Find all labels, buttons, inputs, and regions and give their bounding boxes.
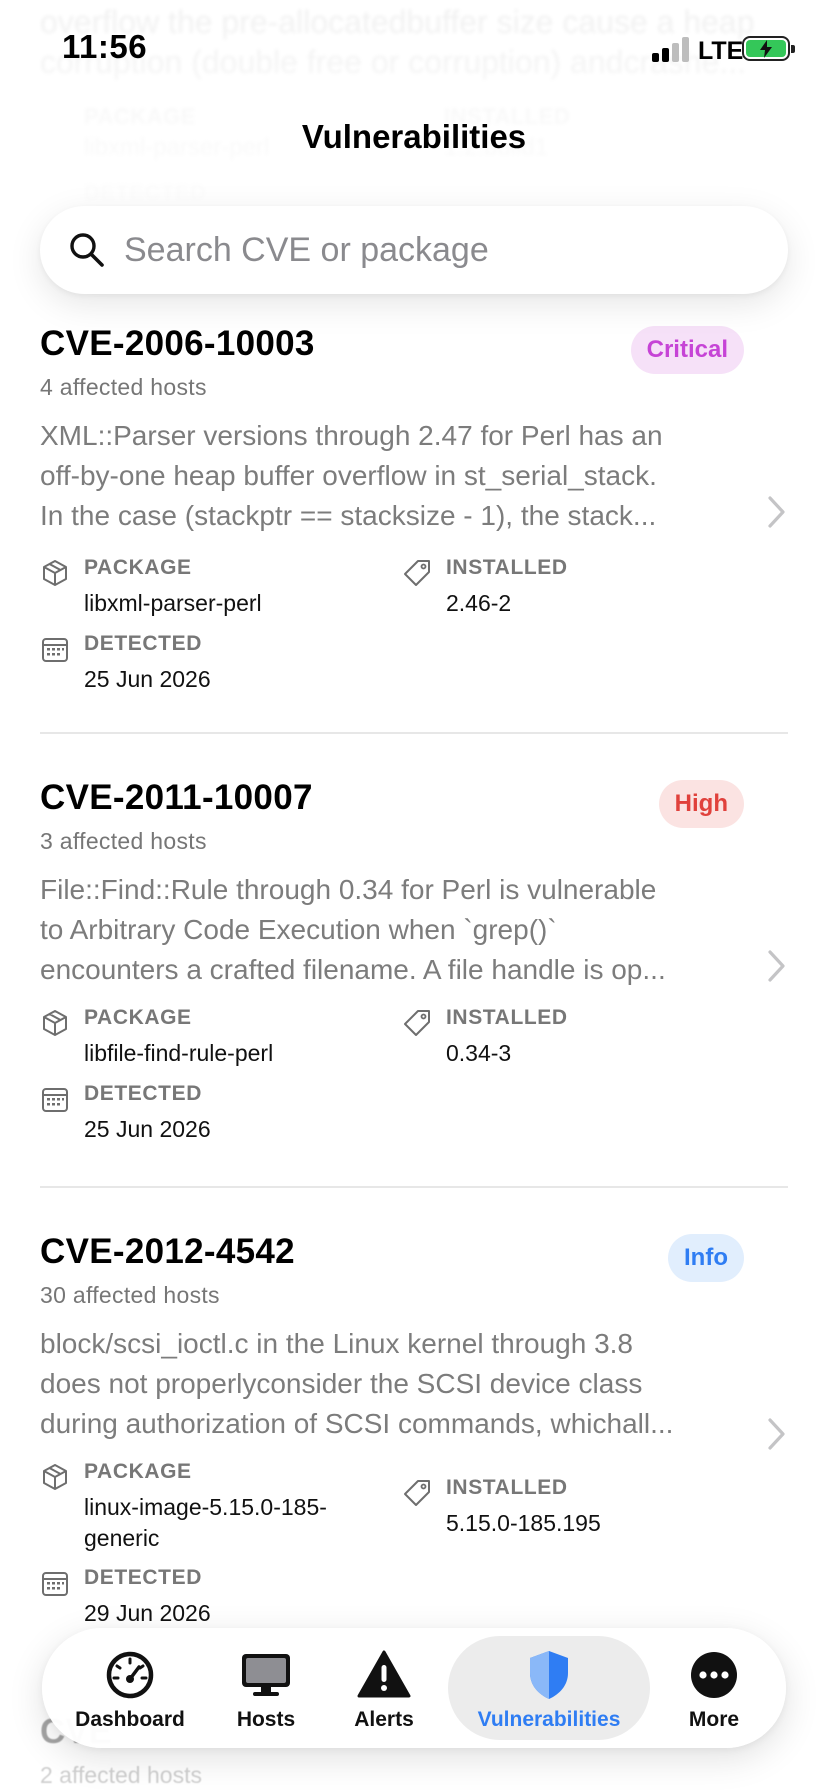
search-input[interactable] bbox=[124, 230, 724, 270]
installed-value: 2.46-2 bbox=[446, 590, 512, 616]
tab-label: Dashboard bbox=[75, 1708, 185, 1731]
package-value: libxml-parser-perl bbox=[84, 588, 262, 619]
vulnerability-card[interactable]: CVE-2012-4542 30 affected hosts Info blo… bbox=[40, 1232, 788, 1632]
detected-label: DETECTED bbox=[84, 632, 202, 655]
package-value-line: generic bbox=[84, 1525, 160, 1551]
tag-icon bbox=[404, 1480, 430, 1506]
package-label: PACKAGE bbox=[84, 1460, 192, 1483]
installed-label: INSTALLED bbox=[446, 1006, 568, 1029]
chevron-right-icon bbox=[768, 1418, 785, 1450]
tab-label: Alerts bbox=[354, 1708, 414, 1731]
shield-icon bbox=[530, 1651, 568, 1699]
cve-id: CVE-2011-10007 bbox=[40, 778, 313, 817]
severity-badge: Critical bbox=[630, 326, 744, 374]
installed-label: INSTALLED bbox=[446, 556, 568, 579]
battery-icon bbox=[742, 36, 795, 61]
installed-label: INSTALLED bbox=[446, 1476, 568, 1499]
package-value: libfile-find-rule-perl bbox=[84, 1038, 273, 1069]
tab-hosts[interactable]: Hosts bbox=[214, 1636, 318, 1740]
gauge-icon bbox=[106, 1651, 154, 1699]
card-divider bbox=[40, 1186, 788, 1188]
affected-hosts: 3 affected hosts bbox=[40, 828, 207, 854]
cve-description: block/scsi_ioctl.c in the Linux kernel t… bbox=[40, 1324, 752, 1444]
tag-icon bbox=[404, 560, 430, 586]
vulnerabilities-screen: overflow the pre-allocatedbuffer size ca… bbox=[0, 0, 828, 1792]
search-icon bbox=[70, 233, 104, 267]
severity-badge: Info bbox=[668, 1234, 744, 1282]
tag-icon bbox=[404, 1010, 430, 1036]
cve-description: XML::Parser versions through 2.47 for Pe… bbox=[40, 416, 752, 536]
description-line: during authorization of SCSI commands, w… bbox=[40, 1408, 674, 1439]
charging-bolt-icon bbox=[760, 39, 772, 58]
cellular-signal-icon bbox=[652, 36, 692, 62]
tab-label: Hosts bbox=[236, 1708, 296, 1731]
installed-value: 0.34-3 bbox=[446, 1040, 512, 1066]
cve-id: CVE-2012-4542 bbox=[40, 1232, 295, 1271]
installed-value: 5.15.0-185.195 bbox=[446, 1510, 601, 1536]
package-value-line: libxml-parser-perl bbox=[84, 590, 262, 616]
network-type: LTE bbox=[698, 37, 744, 65]
description-line: block/scsi_ioctl.c in the Linux kernel t… bbox=[40, 1328, 633, 1359]
cve-description: File::Find::Rule through 0.34 for Perl i… bbox=[40, 870, 752, 990]
calendar-icon bbox=[42, 638, 68, 662]
description-line: In the case (stackptr == stacksize - 1),… bbox=[40, 500, 657, 531]
package-value-line: linux-image-5.15.0-185- bbox=[84, 1494, 327, 1520]
chevron-right-icon bbox=[768, 950, 785, 982]
package-icon bbox=[43, 560, 67, 586]
tab-label: Vulnerabilities bbox=[477, 1708, 621, 1731]
detected-label: DETECTED bbox=[84, 1566, 202, 1589]
description-line: off-by-one heap buffer overflow in st_se… bbox=[40, 460, 657, 491]
card-divider bbox=[40, 732, 788, 734]
package-value: linux-image-5.15.0-185- generic bbox=[84, 1492, 327, 1554]
package-value-line: libfile-find-rule-perl bbox=[84, 1040, 274, 1066]
chevron-right-icon bbox=[768, 496, 785, 528]
package-label: PACKAGE bbox=[84, 556, 192, 579]
desktop-icon bbox=[242, 1654, 290, 1696]
cve-id: CVE-2006-10003 bbox=[40, 324, 315, 363]
package-icon bbox=[43, 1010, 67, 1036]
detected-value: 25 Jun 2026 bbox=[84, 666, 211, 692]
tab-more[interactable]: More bbox=[662, 1636, 766, 1740]
affected-hosts: 2 affected hosts bbox=[40, 1762, 202, 1788]
more-icon bbox=[691, 1652, 737, 1698]
detected-label: DETECTED bbox=[84, 1082, 202, 1105]
package-icon bbox=[43, 1464, 67, 1490]
warning-icon bbox=[357, 1650, 411, 1698]
package-label: PACKAGE bbox=[84, 1006, 192, 1029]
tab-bar: Dashboard Hosts Alerts Vulnerabilities M… bbox=[42, 1628, 786, 1748]
description-line: XML::Parser versions through 2.47 for Pe… bbox=[40, 420, 663, 451]
severity-badge: High bbox=[658, 780, 744, 828]
tab-label: More bbox=[688, 1708, 740, 1731]
description-line: to Arbitrary Code Execution when `grep()… bbox=[40, 914, 557, 945]
status-bar: 11:56 LTE bbox=[0, 0, 828, 100]
affected-hosts: 4 affected hosts bbox=[40, 374, 207, 400]
status-time: 11:56 bbox=[62, 28, 148, 65]
vulnerability-card[interactable]: CVE-2006-10003 4 affected hosts Critical… bbox=[40, 324, 788, 694]
detected-value: 29 Jun 2026 bbox=[84, 1600, 211, 1626]
vulnerability-card[interactable]: CVE-2011-10007 3 affected hosts High Fil… bbox=[40, 778, 788, 1148]
description-line: does not properlyconsider the SCSI devic… bbox=[40, 1368, 643, 1399]
detected-value: 25 Jun 2026 bbox=[84, 1116, 211, 1142]
affected-hosts: 30 affected hosts bbox=[40, 1282, 220, 1308]
page-title: Vulnerabilities bbox=[301, 118, 527, 155]
tab-alerts[interactable]: Alerts bbox=[332, 1636, 436, 1740]
calendar-icon bbox=[42, 1088, 68, 1112]
tab-vulnerabilities[interactable]: Vulnerabilities bbox=[448, 1636, 650, 1740]
tab-dashboard[interactable]: Dashboard bbox=[62, 1636, 198, 1740]
description-line: encounters a crafted filename. A file ha… bbox=[40, 954, 666, 985]
calendar-icon bbox=[42, 1572, 68, 1596]
description-line: File::Find::Rule through 0.34 for Perl i… bbox=[40, 874, 657, 905]
search-bar[interactable] bbox=[40, 206, 788, 294]
